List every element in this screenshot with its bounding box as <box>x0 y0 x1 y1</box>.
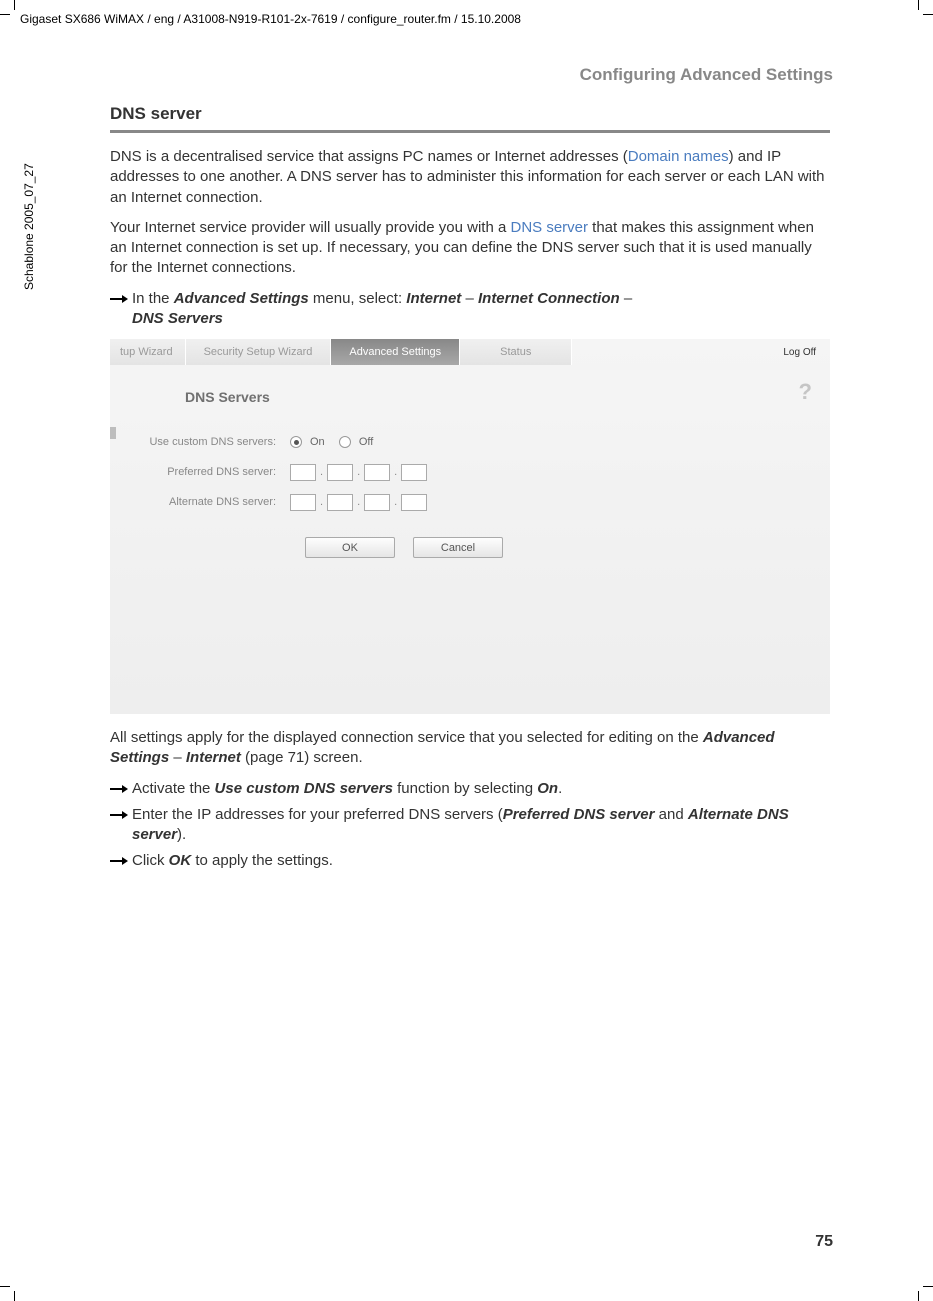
alternate-dns-3[interactable] <box>364 494 390 511</box>
paragraph-1: DNS is a decentralised service that assi… <box>110 147 830 208</box>
preferred-dns-3[interactable] <box>364 464 390 481</box>
arrow-icon <box>110 290 132 331</box>
step-menu-path: In the Advanced Settings menu, select: I… <box>110 289 830 330</box>
alternate-dns-2[interactable] <box>327 494 353 511</box>
b4-end: to apply the settings. <box>191 852 333 869</box>
label-alternate-dns: Alternate DNS server: <box>110 496 290 508</box>
b1-mid: menu, select: <box>309 290 407 307</box>
alternate-dns-1[interactable] <box>290 494 316 511</box>
b1-conn: Internet Connection <box>478 290 620 307</box>
tab-security-wizard[interactable]: Security Setup Wizard <box>186 339 332 365</box>
step-click-ok: Click OK to apply the settings. <box>110 851 830 871</box>
router-ui-screenshot: tup Wizard Security Setup Wizard Advance… <box>110 339 830 714</box>
b1-pre: In the <box>132 290 174 307</box>
arrow-icon <box>110 780 132 800</box>
b3-mid: and <box>654 806 687 823</box>
radio-on-label: On <box>310 436 325 448</box>
arrow-icon <box>110 852 132 872</box>
section-title: DNS server <box>110 104 830 133</box>
p1-text-a: DNS is a decentralised service that assi… <box>110 148 628 165</box>
p3-b2: Internet <box>186 749 241 766</box>
breadcrumb: Configuring Advanced Settings <box>580 65 833 85</box>
arrow-icon <box>110 806 132 847</box>
help-icon[interactable]: ? <box>799 379 812 405</box>
radio-on[interactable] <box>290 436 302 448</box>
tab-status[interactable]: Status <box>460 339 572 365</box>
b2-end: . <box>558 780 562 797</box>
link-domain-names[interactable]: Domain names <box>628 148 729 165</box>
p3-c: (page 71) screen. <box>241 749 363 766</box>
b1-dns: DNS Servers <box>132 310 223 327</box>
tab-setup-wizard[interactable]: tup Wizard <box>110 339 186 365</box>
step-enter-ip: Enter the IP addresses for your preferre… <box>110 805 830 846</box>
preferred-dns-2[interactable] <box>327 464 353 481</box>
logoff-link[interactable]: Log Off <box>783 347 830 358</box>
b1-dash1: – <box>461 290 478 307</box>
b3-end: ). <box>177 826 186 843</box>
p3-dash: – <box>169 749 186 766</box>
page-number: 75 <box>815 1233 833 1251</box>
preferred-dns-4[interactable] <box>401 464 427 481</box>
b2-b2: On <box>537 780 558 797</box>
link-dns-server[interactable]: DNS server <box>510 219 588 236</box>
step-activate: Activate the Use custom DNS servers func… <box>110 779 830 799</box>
panel-title: DNS Servers <box>185 389 270 405</box>
tab-bar: tup Wizard Security Setup Wizard Advance… <box>110 339 830 365</box>
b1-advanced: Advanced Settings <box>174 290 309 307</box>
paragraph-2: Your Internet service provider will usua… <box>110 218 830 279</box>
row-alternate-dns: Alternate DNS server: . . . <box>110 487 830 517</box>
b4-pre: Click <box>132 852 169 869</box>
label-preferred-dns: Preferred DNS server: <box>110 466 290 478</box>
b3-b1: Preferred DNS server <box>503 806 655 823</box>
paragraph-3: All settings apply for the displayed con… <box>110 728 830 769</box>
b2-mid: function by selecting <box>393 780 537 797</box>
tab-advanced-settings[interactable]: Advanced Settings <box>331 339 460 365</box>
cancel-button[interactable]: Cancel <box>413 537 503 558</box>
row-custom-dns: Use custom DNS servers: On Off <box>110 427 830 457</box>
b1-internet: Internet <box>406 290 461 307</box>
b4-b1: OK <box>169 852 192 869</box>
p3-a: All settings apply for the displayed con… <box>110 729 703 746</box>
p2-text-a: Your Internet service provider will usua… <box>110 219 510 236</box>
alternate-dns-4[interactable] <box>401 494 427 511</box>
b2-pre: Activate the <box>132 780 215 797</box>
preferred-dns-1[interactable] <box>290 464 316 481</box>
radio-off[interactable] <box>339 436 351 448</box>
b1-dash2: – <box>620 290 633 307</box>
b2-b1: Use custom DNS servers <box>215 780 393 797</box>
b3-pre: Enter the IP addresses for your preferre… <box>132 806 503 823</box>
radio-off-label: Off <box>359 436 373 448</box>
doc-path: Gigaset SX686 WiMAX / eng / A31008-N919-… <box>20 12 521 26</box>
row-preferred-dns: Preferred DNS server: . . . <box>110 457 830 487</box>
ok-button[interactable]: OK <box>305 537 395 558</box>
template-stamp: Schablone 2005_07_27 <box>22 163 36 290</box>
label-custom-dns: Use custom DNS servers: <box>110 436 290 448</box>
